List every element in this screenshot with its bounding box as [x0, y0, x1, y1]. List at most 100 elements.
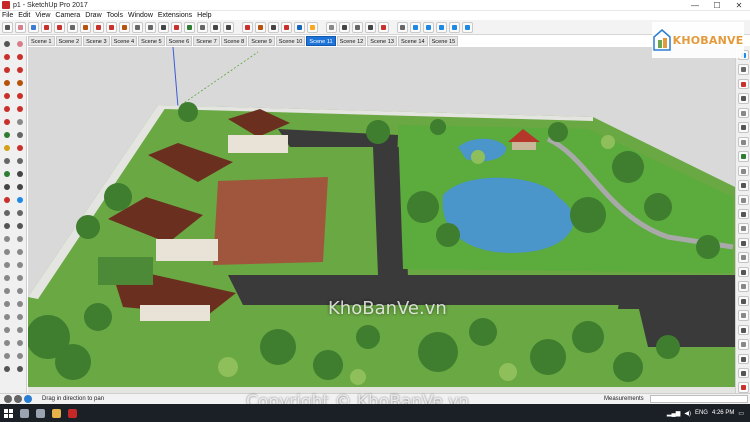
tool-icon-13[interactable] [1, 116, 13, 128]
tray-panel-icon-16[interactable] [737, 266, 749, 278]
language-indicator[interactable]: ENG [695, 410, 708, 416]
tray-panel-icon-12[interactable] [737, 208, 749, 220]
tool-icon-2[interactable] [14, 38, 26, 50]
tool-icon-45[interactable] [1, 324, 13, 336]
zoom-extents-icon[interactable] [223, 21, 234, 33]
tool-icon-51[interactable] [1, 363, 13, 375]
tool-icon-40[interactable] [14, 285, 26, 297]
file-explorer-icon[interactable] [48, 404, 64, 422]
tool-icon-17[interactable] [1, 142, 13, 154]
rotate-icon[interactable] [106, 21, 117, 33]
tray-panel-icon-7[interactable] [737, 136, 749, 148]
tool-icon-46[interactable] [14, 324, 26, 336]
tray-panel-icon-8[interactable] [737, 151, 749, 162]
warehouse-icon[interactable] [242, 21, 253, 33]
tool-icon-21[interactable] [1, 168, 13, 180]
scene-tab-14[interactable]: Scene 14 [397, 36, 428, 46]
menu-help[interactable]: Help [197, 12, 211, 19]
camera-icon[interactable] [339, 21, 350, 33]
tool-icon-22[interactable] [14, 168, 26, 180]
scene-tab-11[interactable]: Scene 11 [306, 36, 336, 46]
move-icon[interactable] [93, 21, 104, 33]
tray-panel-icon-10[interactable] [737, 180, 749, 191]
scene-tab-7[interactable]: Scene 7 [193, 36, 220, 46]
scene-tab-13[interactable]: Scene 13 [367, 36, 397, 46]
scene-tab-4[interactable]: Scene 4 [110, 36, 138, 46]
tool-icon-1[interactable] [1, 38, 13, 50]
tool-icon-42[interactable] [14, 298, 26, 310]
tool-icon-10[interactable] [14, 90, 26, 102]
tool-icon-38[interactable] [14, 272, 26, 284]
scale-icon[interactable] [119, 21, 130, 33]
tool-icon-14[interactable] [14, 116, 26, 128]
network-icon[interactable]: ▂▄▆ [667, 410, 680, 417]
scene-tab-10[interactable]: Scene 10 [275, 36, 306, 46]
tray-panel-icon-14[interactable] [737, 237, 749, 249]
menu-file[interactable]: File [2, 12, 13, 19]
section-icon[interactable] [281, 21, 292, 33]
eraser-icon[interactable] [15, 21, 26, 33]
axes-icon[interactable] [171, 21, 182, 33]
extension-icon[interactable] [255, 21, 266, 33]
tray-panel-icon-3[interactable] [737, 78, 749, 90]
tray-panel-icon-5[interactable] [737, 107, 749, 119]
fog-icon[interactable] [326, 21, 337, 33]
tool-icon-8[interactable] [14, 77, 26, 89]
maximize-button[interactable]: ☐ [706, 0, 728, 11]
scene-tab-8[interactable]: Scene 8 [220, 36, 248, 46]
line-icon[interactable] [41, 21, 52, 33]
shape-icon[interactable] [67, 21, 78, 33]
tray-panel-icon-23[interactable] [737, 367, 749, 379]
tool-icon-34[interactable] [14, 246, 26, 258]
tool-icon-11[interactable] [1, 103, 13, 115]
tool-icon-35[interactable] [1, 259, 13, 271]
style-icon[interactable] [294, 21, 305, 33]
tool-icon-19[interactable] [1, 155, 13, 167]
tool-icon-9[interactable] [1, 90, 13, 102]
text-icon[interactable] [158, 21, 169, 33]
look-around-icon[interactable] [365, 21, 376, 33]
back-view-icon[interactable] [449, 21, 460, 33]
orbit-icon[interactable] [184, 21, 195, 33]
menu-view[interactable]: View [35, 12, 50, 19]
tool-icon-37[interactable] [1, 272, 13, 284]
tray-panel-icon-9[interactable] [737, 165, 749, 177]
tool-icon-15[interactable] [1, 129, 13, 141]
iso-view-icon[interactable] [397, 21, 408, 33]
tray-panel-icon-4[interactable] [737, 93, 749, 104]
sketchup-icon[interactable] [64, 404, 80, 422]
scene-tab-3[interactable]: Scene 3 [83, 36, 110, 46]
pan-icon[interactable] [197, 21, 208, 33]
tool-icon-49[interactable] [1, 350, 13, 362]
scene-tab-2[interactable]: Scene 2 [55, 36, 83, 46]
tool-icon-6[interactable] [14, 64, 26, 76]
search-icon[interactable] [16, 404, 32, 422]
tray-panel-icon-22[interactable] [737, 353, 749, 364]
tool-icon-4[interactable] [14, 51, 26, 63]
tray-panel-icon-24[interactable] [737, 382, 749, 393]
menu-edit[interactable]: Edit [18, 12, 30, 19]
tray-panel-icon-13[interactable] [737, 223, 749, 234]
volume-icon[interactable]: ◀) [684, 410, 691, 417]
scene-tab-6[interactable]: Scene 6 [165, 36, 193, 46]
start-button[interactable] [0, 404, 16, 422]
scene-tab-15[interactable]: Scene 15 [428, 36, 459, 46]
scene-tab-1[interactable]: Scene 1 [28, 36, 55, 46]
notification-icon[interactable]: ▭ [738, 410, 744, 417]
tool-icon-18[interactable] [14, 142, 26, 154]
tray-panel-icon-20[interactable] [737, 324, 749, 336]
zoom-icon[interactable] [210, 21, 221, 33]
tool-icon-29[interactable] [1, 220, 13, 232]
right-view-icon[interactable] [436, 21, 447, 33]
tool-icon-36[interactable] [14, 259, 26, 271]
tool-icon-3[interactable] [1, 51, 13, 63]
help-icon[interactable] [24, 395, 32, 403]
tool-icon-23[interactable] [1, 181, 13, 193]
tool-icon-26[interactable] [14, 194, 26, 206]
arc-icon[interactable] [54, 21, 65, 33]
clock[interactable]: 4:26 PM [712, 410, 734, 416]
tray-panel-icon-18[interactable] [737, 295, 749, 307]
close-button[interactable]: ✕ [728, 0, 750, 11]
tool-icon-28[interactable] [14, 207, 26, 219]
tape-icon[interactable] [145, 21, 156, 33]
